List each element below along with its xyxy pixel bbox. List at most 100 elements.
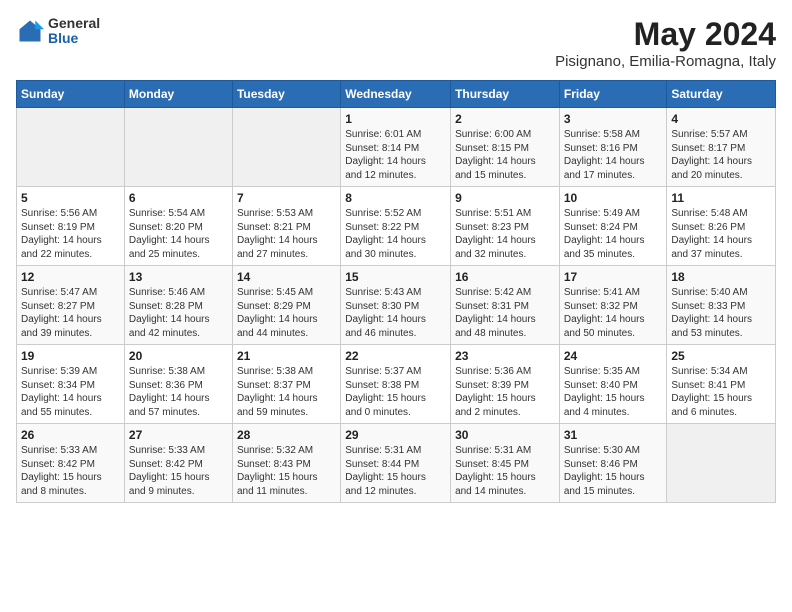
day-number: 13 [129, 270, 228, 284]
calendar-cell [17, 108, 125, 187]
day-number: 10 [564, 191, 663, 205]
calendar-cell: 26 Sunrise: 5:33 AM Sunset: 8:42 PM Dayli… [17, 424, 125, 503]
day-info: Sunrise: 5:31 AM Sunset: 8:44 PM Dayligh… [345, 444, 446, 498]
calendar-cell: 11Sunrise: 5:48 AM Sunset: 8:26 PM Dayli… [667, 187, 776, 266]
day-number: 14 [237, 270, 336, 284]
calendar-table: SundayMondayTuesdayWednesdayThursdayFrid… [16, 80, 776, 503]
logo: General Blue [16, 16, 100, 47]
day-number: 26 [21, 428, 120, 442]
calendar-cell: 31 Sunrise: 5:30 AM Sunset: 8:46 PM Dayli… [559, 424, 667, 503]
day-number: 20 [129, 349, 228, 363]
page-header: General Blue May 2024 Pisignano, Emilia-… [16, 16, 776, 70]
calendar-cell: 4Sunrise: 5:57 AM Sunset: 8:17 PM Daylig… [667, 108, 776, 187]
day-info: Sunrise: 5:51 AM Sunset: 8:23 PM Dayligh… [455, 207, 555, 261]
day-of-week-header: Wednesday [341, 81, 451, 108]
calendar-cell: 3 Sunrise: 5:58 AM Sunset: 8:16 PM Daylig… [559, 108, 667, 187]
day-info: Sunrise: 5:49 AM Sunset: 8:24 PM Dayligh… [564, 207, 663, 261]
day-info: Sunrise: 5:40 AM Sunset: 8:33 PM Dayligh… [671, 286, 771, 340]
day-of-week-header: Thursday [451, 81, 560, 108]
calendar-week-row: 1 Sunrise: 6:01 AM Sunset: 8:14 PM Daylig… [17, 108, 776, 187]
calendar-cell: 2Sunrise: 6:00 AM Sunset: 8:15 PM Daylig… [451, 108, 560, 187]
day-number: 19 [21, 349, 120, 363]
calendar-cell: 20 Sunrise: 5:38 AM Sunset: 8:36 PM Dayli… [124, 345, 232, 424]
day-info: Sunrise: 5:35 AM Sunset: 8:40 PM Dayligh… [564, 365, 663, 419]
logo-text: General Blue [48, 16, 100, 47]
calendar-week-row: 26 Sunrise: 5:33 AM Sunset: 8:42 PM Dayli… [17, 424, 776, 503]
calendar-week-row: 5 Sunrise: 5:56 AM Sunset: 8:19 PM Daylig… [17, 187, 776, 266]
day-info: Sunrise: 5:48 AM Sunset: 8:26 PM Dayligh… [671, 207, 771, 261]
day-info: Sunrise: 5:45 AM Sunset: 8:29 PM Dayligh… [237, 286, 336, 340]
day-info: Sunrise: 5:47 AM Sunset: 8:27 PM Dayligh… [21, 286, 120, 340]
day-info: Sunrise: 5:32 AM Sunset: 8:43 PM Dayligh… [237, 444, 336, 498]
calendar-week-row: 12 Sunrise: 5:47 AM Sunset: 8:27 PM Dayli… [17, 266, 776, 345]
calendar-cell: 28 Sunrise: 5:32 AM Sunset: 8:43 PM Dayli… [232, 424, 340, 503]
calendar-header: SundayMondayTuesdayWednesdayThursdayFrid… [17, 81, 776, 108]
calendar-cell [232, 108, 340, 187]
calendar-cell: 18Sunrise: 5:40 AM Sunset: 8:33 PM Dayli… [667, 266, 776, 345]
day-info: Sunrise: 5:38 AM Sunset: 8:36 PM Dayligh… [129, 365, 228, 419]
day-of-week-header: Sunday [17, 81, 125, 108]
day-info: Sunrise: 5:30 AM Sunset: 8:46 PM Dayligh… [564, 444, 663, 498]
day-of-week-header: Friday [559, 81, 667, 108]
logo-general-text: General [48, 16, 100, 31]
day-number: 8 [345, 191, 446, 205]
day-of-week-header: Tuesday [232, 81, 340, 108]
day-number: 21 [237, 349, 336, 363]
calendar-cell: 15 Sunrise: 5:43 AM Sunset: 8:30 PM Dayli… [341, 266, 451, 345]
calendar-cell: 14 Sunrise: 5:45 AM Sunset: 8:29 PM Dayli… [232, 266, 340, 345]
day-info: Sunrise: 5:38 AM Sunset: 8:37 PM Dayligh… [237, 365, 336, 419]
calendar-cell: 12 Sunrise: 5:47 AM Sunset: 8:27 PM Dayli… [17, 266, 125, 345]
day-info: Sunrise: 5:41 AM Sunset: 8:32 PM Dayligh… [564, 286, 663, 340]
day-number: 9 [455, 191, 555, 205]
day-info: Sunrise: 5:52 AM Sunset: 8:22 PM Dayligh… [345, 207, 446, 261]
calendar-week-row: 19 Sunrise: 5:39 AM Sunset: 8:34 PM Dayli… [17, 345, 776, 424]
day-info: Sunrise: 5:56 AM Sunset: 8:19 PM Dayligh… [21, 207, 120, 261]
day-number: 17 [564, 270, 663, 284]
day-info: Sunrise: 5:58 AM Sunset: 8:16 PM Dayligh… [564, 128, 663, 182]
calendar-cell [667, 424, 776, 503]
day-number: 16 [455, 270, 555, 284]
day-of-week-header: Monday [124, 81, 232, 108]
calendar-cell: 21 Sunrise: 5:38 AM Sunset: 8:37 PM Dayli… [232, 345, 340, 424]
day-number: 29 [345, 428, 446, 442]
day-info: Sunrise: 5:33 AM Sunset: 8:42 PM Dayligh… [21, 444, 120, 498]
calendar-cell: 10 Sunrise: 5:49 AM Sunset: 8:24 PM Dayli… [559, 187, 667, 266]
day-number: 1 [345, 112, 446, 126]
day-info: Sunrise: 6:01 AM Sunset: 8:14 PM Dayligh… [345, 128, 446, 182]
calendar-cell: 27Sunrise: 5:33 AM Sunset: 8:42 PM Dayli… [124, 424, 232, 503]
calendar-cell: 5 Sunrise: 5:56 AM Sunset: 8:19 PM Daylig… [17, 187, 125, 266]
day-info: Sunrise: 5:36 AM Sunset: 8:39 PM Dayligh… [455, 365, 555, 419]
day-info: Sunrise: 5:34 AM Sunset: 8:41 PM Dayligh… [671, 365, 771, 419]
calendar-cell: 23Sunrise: 5:36 AM Sunset: 8:39 PM Dayli… [451, 345, 560, 424]
logo-blue-text: Blue [48, 31, 100, 46]
day-number: 31 [564, 428, 663, 442]
day-info: Sunrise: 5:37 AM Sunset: 8:38 PM Dayligh… [345, 365, 446, 419]
calendar-cell: 29 Sunrise: 5:31 AM Sunset: 8:44 PM Dayli… [341, 424, 451, 503]
day-info: Sunrise: 5:42 AM Sunset: 8:31 PM Dayligh… [455, 286, 555, 340]
day-number: 15 [345, 270, 446, 284]
day-number: 7 [237, 191, 336, 205]
calendar-cell: 6Sunrise: 5:54 AM Sunset: 8:20 PM Daylig… [124, 187, 232, 266]
day-info: Sunrise: 5:57 AM Sunset: 8:17 PM Dayligh… [671, 128, 771, 182]
day-number: 3 [564, 112, 663, 126]
day-info: Sunrise: 5:39 AM Sunset: 8:34 PM Dayligh… [21, 365, 120, 419]
day-info: Sunrise: 5:43 AM Sunset: 8:30 PM Dayligh… [345, 286, 446, 340]
day-info: Sunrise: 5:33 AM Sunset: 8:42 PM Dayligh… [129, 444, 228, 498]
calendar-cell: 8 Sunrise: 5:52 AM Sunset: 8:22 PM Daylig… [341, 187, 451, 266]
calendar-cell: 1 Sunrise: 6:01 AM Sunset: 8:14 PM Daylig… [341, 108, 451, 187]
calendar-cell: 19 Sunrise: 5:39 AM Sunset: 8:34 PM Dayli… [17, 345, 125, 424]
day-info: Sunrise: 5:31 AM Sunset: 8:45 PM Dayligh… [455, 444, 555, 498]
day-number: 5 [21, 191, 120, 205]
day-number: 22 [345, 349, 446, 363]
location-title: Pisignano, Emilia-Romagna, Italy [555, 53, 776, 70]
days-of-week-row: SundayMondayTuesdayWednesdayThursdayFrid… [17, 81, 776, 108]
day-of-week-header: Saturday [667, 81, 776, 108]
title-block: May 2024 Pisignano, Emilia-Romagna, Ital… [555, 16, 776, 70]
day-number: 30 [455, 428, 555, 442]
day-info: Sunrise: 6:00 AM Sunset: 8:15 PM Dayligh… [455, 128, 555, 182]
day-number: 28 [237, 428, 336, 442]
calendar-body: 1 Sunrise: 6:01 AM Sunset: 8:14 PM Daylig… [17, 108, 776, 503]
day-number: 12 [21, 270, 120, 284]
day-number: 6 [129, 191, 228, 205]
logo-icon [16, 17, 44, 45]
